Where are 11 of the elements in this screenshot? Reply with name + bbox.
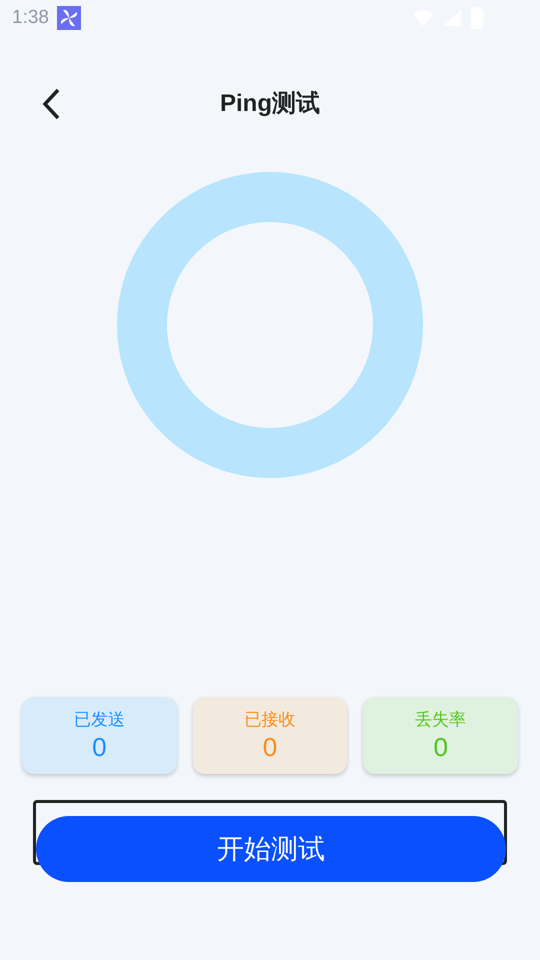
stat-label: 丢失率 [415, 708, 466, 730]
stat-value: 0 [433, 730, 448, 762]
stat-label: 已接收 [244, 708, 296, 730]
back-icon[interactable] [40, 87, 62, 121]
stat-label: 已发送 [74, 708, 125, 730]
pinwheel-icon [56, 6, 81, 30]
stat-value: 0 [262, 730, 278, 762]
page-title: Ping测试 [220, 89, 320, 119]
status-time: 1:38 [12, 6, 49, 30]
stat-value: 0 [92, 730, 107, 762]
start-button[interactable]: 开始测试 [36, 816, 506, 882]
